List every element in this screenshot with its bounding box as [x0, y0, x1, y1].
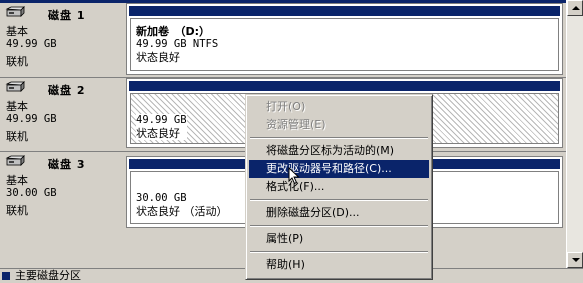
volume-size-fs: 30.00 GB [136, 192, 187, 204]
mouse-pointer-icon [288, 167, 300, 185]
volume-bar [129, 81, 560, 91]
arrow-up-icon [572, 6, 580, 10]
disk-row-1[interactable]: 磁盘 1 基本 49.99 GB 联机 新加卷 （D:） 49.99 GB NT… [0, 3, 566, 77]
disk-name: 磁盘 1 [48, 9, 86, 22]
menu-separator [250, 137, 428, 139]
volume-body[interactable]: 新加卷 （D:） 49.99 GB NTFS 状态良好 [130, 18, 559, 71]
legend-primary-partition: 主要磁盘分区 [15, 269, 81, 282]
disk-name: 磁盘 3 [48, 158, 86, 171]
disk-status: 联机 [6, 130, 28, 143]
menu-item-delete-partition[interactable]: 删除磁盘分区(D)... [249, 204, 429, 222]
menu-item-change-drive-letter[interactable]: 更改驱动器号和路径(C)... [249, 160, 429, 178]
disk-info-2[interactable]: 磁盘 2 基本 49.99 GB 联机 [2, 78, 124, 150]
scroll-up-button[interactable] [567, 0, 583, 16]
disk-type: 基本 [6, 100, 28, 113]
menu-item-mark-active[interactable]: 将磁盘分区标为活动的(M) [249, 142, 429, 160]
volume-label: 新加卷 （D:） [136, 25, 211, 38]
menu-separator [250, 251, 428, 253]
disk-info-3[interactable]: 磁盘 3 基本 30.00 GB 联机 [2, 152, 124, 232]
primary-partition-swatch [2, 272, 10, 280]
vertical-scrollbar[interactable] [566, 0, 583, 268]
menu-item-format[interactable]: 格式化(F)... [249, 178, 429, 196]
disk-drive-icon [5, 6, 25, 17]
menu-item-explore[interactable]: 资源管理(E) [249, 116, 429, 134]
volume-d[interactable]: 新加卷 （D:） 49.99 GB NTFS 状态良好 [126, 3, 563, 75]
disk-name: 磁盘 2 [48, 84, 86, 97]
arrow-down-icon [572, 258, 580, 262]
volume-size-fs: 49.99 GB [136, 114, 187, 126]
disk-status: 联机 [6, 204, 28, 217]
menu-item-properties[interactable]: 属性(P) [249, 230, 429, 248]
disk-size: 30.00 GB [6, 187, 57, 199]
volume-status: 状态良好 [136, 127, 180, 140]
disk-status: 联机 [6, 55, 28, 68]
context-menu: 打开(O) 资源管理(E) 将磁盘分区标为活动的(M) 更改驱动器号和路径(C)… [245, 94, 433, 280]
disk-type: 基本 [6, 174, 28, 187]
menu-item-open[interactable]: 打开(O) [249, 98, 429, 116]
volume-status: 状态良好 （活动） [136, 205, 228, 218]
disk-info-1[interactable]: 磁盘 1 基本 49.99 GB 联机 [2, 3, 124, 77]
menu-separator [250, 199, 428, 201]
volume-status: 状态良好 [136, 51, 180, 64]
scroll-down-button[interactable] [567, 252, 583, 268]
disk-management-view: 磁盘 1 基本 49.99 GB 联机 新加卷 （D:） 49.99 GB NT… [0, 0, 583, 283]
disk-size: 49.99 GB [6, 113, 57, 125]
disk-type: 基本 [6, 25, 28, 38]
volume-size-fs: 49.99 GB NTFS [136, 38, 219, 50]
volume-bar [129, 6, 560, 16]
menu-item-help[interactable]: 帮助(H) [249, 256, 429, 274]
disk-size: 49.99 GB [6, 38, 57, 50]
disk-drive-icon [5, 81, 25, 92]
disk-drive-icon [5, 155, 25, 166]
menu-separator [250, 225, 428, 227]
